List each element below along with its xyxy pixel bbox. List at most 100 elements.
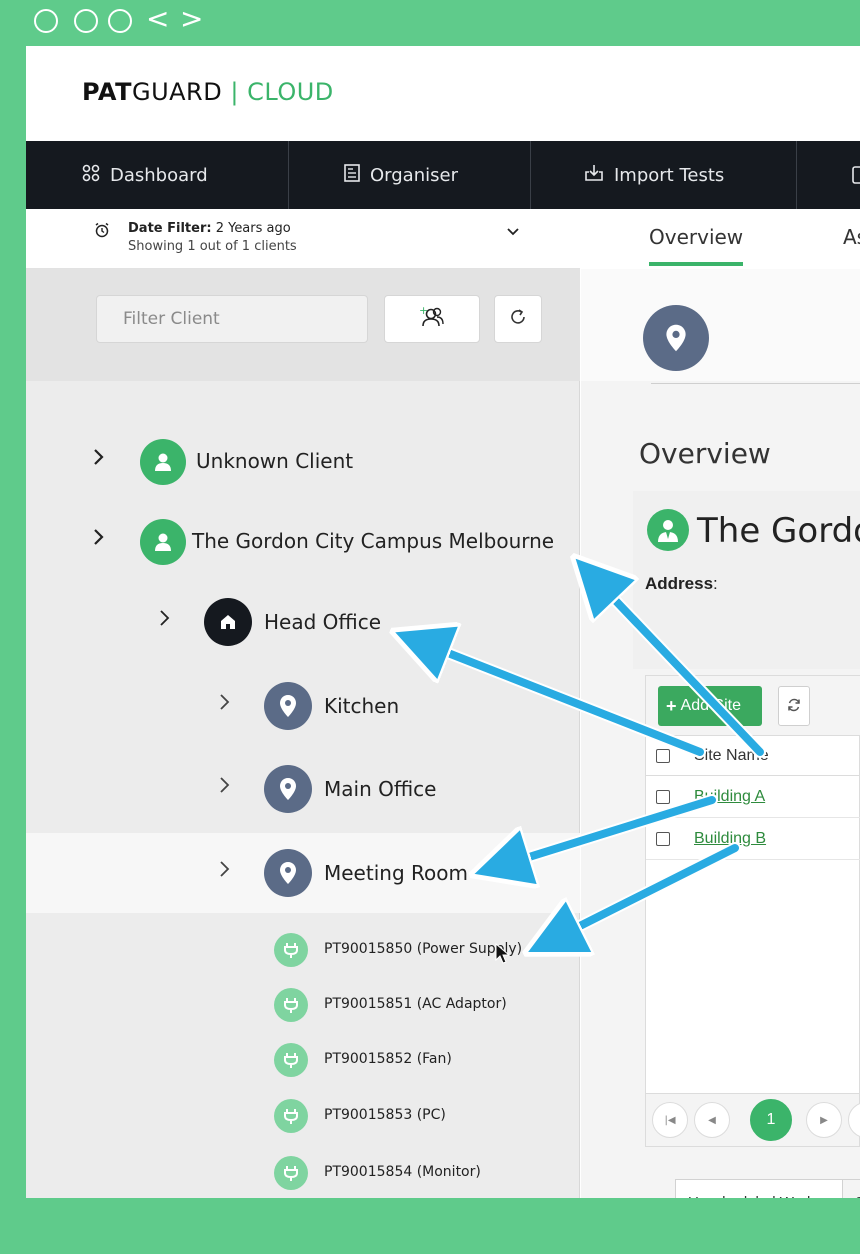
tab-assets[interactable]: As [843, 225, 860, 249]
active-tab-indicator [649, 262, 743, 266]
client-tree-panel: Date Filter: 2 Years ago Showing 1 out o… [26, 209, 580, 1198]
chevron-right-icon[interactable] [158, 608, 172, 634]
tree-asset-row[interactable]: PT90015853 (PC) [26, 1099, 580, 1133]
main-nav: Dashboard Organiser Import Tests [26, 141, 860, 209]
nav-more-icon[interactable] [852, 141, 860, 209]
page-1-button[interactable]: 1 [750, 1099, 792, 1141]
asset-label: PT90015850 (Power Supply) [324, 941, 523, 957]
date-filter-text: Date Filter: 2 Years ago [128, 221, 291, 236]
last-page-icon[interactable] [848, 1102, 860, 1138]
location-pin-icon [643, 305, 709, 371]
grid-refresh-button[interactable] [778, 686, 810, 726]
table-row: Building A [646, 776, 860, 818]
plug-icon [274, 933, 308, 967]
app-header: PATGUARD | CLOUD [26, 46, 860, 141]
logo-sep: | [222, 78, 248, 106]
alarm-clock-icon [94, 222, 110, 242]
forward-arrow-icon[interactable]: > [180, 4, 203, 34]
plug-icon [274, 988, 308, 1022]
chevron-right-icon[interactable] [218, 692, 232, 718]
tree-asset-row[interactable]: PT90015854 (Monitor) [26, 1156, 580, 1190]
site-link[interactable]: Building B [694, 830, 766, 848]
location-pin-icon [264, 682, 312, 730]
nav-organiser[interactable]: Organiser [344, 141, 458, 209]
tree-site-row[interactable]: Head Office [26, 598, 580, 646]
asset-label: PT90015852 (Fan) [324, 1051, 452, 1067]
location-pin-icon [264, 849, 312, 897]
nav-dashboard[interactable]: Dashboard [82, 141, 208, 209]
client-card: The Gordo Address: [633, 491, 860, 669]
filter-bar: + [26, 269, 580, 381]
chevron-down-icon[interactable] [506, 223, 520, 244]
select-all-checkbox[interactable] [656, 749, 670, 763]
window-close-icon[interactable] [34, 9, 58, 33]
grid-toolbar: + Add Site [646, 676, 860, 736]
window-maximize-icon[interactable] [108, 9, 132, 33]
client-label: The Gordon City Campus Melbourne [192, 529, 555, 553]
next-page-icon[interactable]: ▶ [806, 1102, 842, 1138]
nav-divider [288, 141, 289, 209]
nav-import-tests[interactable]: Import Tests [584, 141, 724, 209]
grid-header-row: Site Name [646, 736, 860, 776]
asset-label: PT90015853 (PC) [324, 1107, 446, 1123]
tree-client-row[interactable]: Unknown Client [26, 439, 580, 485]
detail-panel: Overview As Overview The Gordo Address: … [581, 209, 860, 1198]
chevron-right-icon[interactable] [92, 527, 106, 553]
plug-icon [274, 1099, 308, 1133]
asset-label: PT90015854 (Monitor) [324, 1164, 481, 1180]
logo-cloud: CLOUD [247, 78, 334, 106]
plug-icon [274, 1043, 308, 1077]
tab-unscheduled-work[interactable]: Unscheduled Work [675, 1179, 843, 1198]
chevron-right-icon[interactable] [218, 775, 232, 801]
filter-client-input[interactable] [96, 295, 368, 343]
patguard-logo[interactable]: PATGUARD | CLOUD [82, 78, 334, 106]
location-pin-icon [264, 765, 312, 813]
client-name: The Gordo [697, 511, 860, 551]
prev-page-icon[interactable]: ◀ [694, 1102, 730, 1138]
tree-asset-row[interactable]: PT90015852 (Fan) [26, 1043, 580, 1077]
divider [651, 383, 860, 384]
tree-asset-row[interactable]: PT90015851 (AC Adaptor) [26, 988, 580, 1022]
row-checkbox[interactable] [656, 790, 670, 804]
app-window: PATGUARD | CLOUD Dashboard Organiser Imp… [26, 46, 860, 1198]
address-label-text: Address [645, 574, 714, 593]
add-site-button[interactable]: + Add Site [658, 686, 762, 726]
refresh-icon [509, 307, 527, 331]
nav-divider [530, 141, 531, 209]
overview-heading: Overview [639, 437, 771, 470]
detail-tabs: Overview As [581, 209, 860, 269]
tab-overview[interactable]: Overview [649, 225, 743, 249]
column-header-site-name[interactable]: Site Name [694, 747, 769, 765]
bottom-tabs: Unscheduled Work Sche [651, 1179, 860, 1198]
back-arrow-icon[interactable]: < [146, 4, 169, 34]
nav-import-tests-label: Import Tests [614, 164, 725, 186]
first-page-icon[interactable]: |◀ [652, 1102, 688, 1138]
nav-organiser-label: Organiser [370, 164, 458, 186]
refresh-tree-button[interactable] [494, 295, 542, 343]
plug-icon [274, 1156, 308, 1190]
tree-location-row-selected[interactable]: Meeting Room [26, 833, 580, 913]
tree-asset-row[interactable]: PT90015850 (Power Supply) [26, 933, 580, 967]
address-label: Address: [645, 574, 718, 594]
client-avatar-icon [647, 509, 689, 551]
window-minimize-icon[interactable] [74, 9, 98, 33]
date-filter-value: 2 Years ago [211, 221, 291, 236]
date-filter-label: Date Filter: [128, 221, 212, 236]
site-link[interactable]: Building A [694, 788, 765, 806]
tree-location-row[interactable]: Main Office [26, 765, 580, 813]
chevron-right-icon[interactable] [218, 859, 232, 885]
date-filter[interactable]: Date Filter: 2 Years ago Showing 1 out o… [26, 209, 580, 269]
add-users-icon: + [417, 304, 447, 334]
tree-location-row[interactable]: Kitchen [26, 682, 580, 730]
table-row: Building B [646, 818, 860, 860]
add-client-button[interactable]: + [384, 295, 480, 343]
import-icon [584, 164, 604, 187]
user-icon [140, 519, 186, 565]
chevron-right-icon[interactable] [92, 447, 106, 473]
client-label: Unknown Client [196, 449, 354, 473]
tab-scheduled-work[interactable]: Sche [842, 1179, 860, 1198]
refresh-icon [787, 697, 801, 716]
logo-rest: GUARD [131, 78, 223, 106]
tree-client-row[interactable]: The Gordon City Campus Melbourne [26, 519, 580, 565]
row-checkbox[interactable] [656, 832, 670, 846]
